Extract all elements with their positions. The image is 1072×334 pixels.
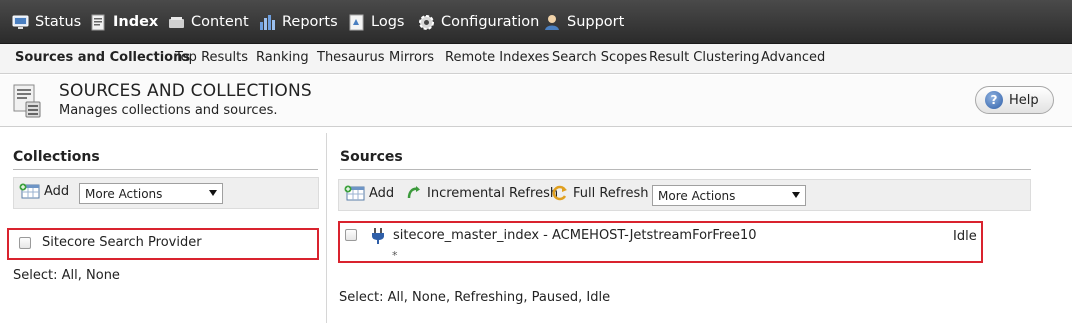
index-icon xyxy=(90,14,107,31)
tab-thesaurus[interactable]: Thesaurus xyxy=(317,50,385,65)
tab-sources-and-collections[interactable]: Sources and Collections xyxy=(15,50,190,65)
sources-title: Sources xyxy=(340,149,403,165)
collections-select-row: Select: All, None xyxy=(13,268,120,283)
nav-configuration[interactable]: Configuration xyxy=(418,0,539,44)
panel-divider xyxy=(326,133,327,323)
sub-nav: Sources and Collections Top Results Rank… xyxy=(0,44,1072,74)
collection-checkbox[interactable] xyxy=(19,237,31,249)
sources-select-paused[interactable]: Paused xyxy=(532,290,578,305)
nav-reports[interactable]: Reports xyxy=(259,0,338,44)
collections-select-all[interactable]: All xyxy=(62,268,78,283)
chevron-down-icon xyxy=(209,190,217,196)
incremental-refresh-button[interactable]: Incremental Refresh xyxy=(406,185,558,201)
sources-rule xyxy=(340,169,1031,170)
tab-remote-indexes[interactable]: Remote Indexes xyxy=(445,50,549,65)
monitor-icon xyxy=(12,14,29,31)
plug-icon xyxy=(369,226,389,244)
source-status: Idle xyxy=(953,229,977,244)
sources-select-row: Select: All, None, Refreshing, Paused, I… xyxy=(339,290,611,305)
gear-icon xyxy=(418,14,435,31)
collections-select-none[interactable]: None xyxy=(86,268,120,283)
nav-logs[interactable]: Logs xyxy=(348,0,404,44)
collection-name[interactable]: Sitecore Search Provider xyxy=(42,235,202,250)
help-button[interactable]: ? Help xyxy=(975,86,1054,114)
chevron-down-icon xyxy=(792,192,800,198)
nav-status[interactable]: Status xyxy=(12,0,81,44)
tab-advanced[interactable]: Advanced xyxy=(761,50,825,65)
add-table-icon xyxy=(19,183,40,199)
tab-top-results[interactable]: Top Results xyxy=(175,50,248,65)
support-icon xyxy=(544,14,561,31)
tab-search-scopes[interactable]: Search Scopes xyxy=(552,50,647,65)
tab-ranking[interactable]: Ranking xyxy=(256,50,309,65)
collections-rule xyxy=(13,169,318,170)
logs-icon xyxy=(348,14,365,31)
page-description: Manages collections and sources. xyxy=(59,103,278,118)
sources-select-refreshing[interactable]: Refreshing xyxy=(454,290,523,305)
add-table-icon xyxy=(344,185,365,201)
sources-select-none[interactable]: None xyxy=(412,290,446,305)
refresh-arrow-icon xyxy=(406,185,422,201)
full-refresh-icon xyxy=(552,185,568,201)
help-icon: ? xyxy=(985,91,1003,109)
collections-title: Collections xyxy=(13,149,100,165)
sources-select-idle[interactable]: Idle xyxy=(586,290,610,305)
full-refresh-button[interactable]: Full Refresh xyxy=(552,185,648,201)
sources-more-actions-select[interactable]: More Actions xyxy=(652,185,806,206)
page-title: SOURCES AND COLLECTIONS xyxy=(59,81,312,101)
nav-support[interactable]: Support xyxy=(544,0,624,44)
source-checkbox[interactable] xyxy=(345,229,357,241)
collections-more-actions-select[interactable]: More Actions xyxy=(79,183,223,204)
top-nav: Status Index Content Reports Logs Config… xyxy=(0,0,1072,44)
page-header: SOURCES AND COLLECTIONS Manages collecti… xyxy=(0,75,1072,127)
sources-add-button[interactable]: Add xyxy=(344,185,394,201)
collections-toolbar: Add More Actions xyxy=(13,177,319,209)
document-stack-icon xyxy=(13,84,41,118)
tab-result-clustering[interactable]: Result Clustering xyxy=(649,50,760,65)
sources-select-all[interactable]: All xyxy=(388,290,404,305)
sources-toolbar: Add Incremental Refresh Full Refresh Mor… xyxy=(338,179,1031,211)
nav-content[interactable]: Content xyxy=(168,0,249,44)
source-sub-marker: * xyxy=(392,249,398,262)
content-icon xyxy=(168,14,185,31)
nav-index[interactable]: Index xyxy=(90,0,158,44)
source-name[interactable]: sitecore_master_index - ACMEHOST-Jetstre… xyxy=(393,228,757,243)
reports-icon xyxy=(259,14,276,31)
collections-add-button[interactable]: Add xyxy=(19,183,69,199)
tab-mirrors[interactable]: Mirrors xyxy=(389,50,434,65)
